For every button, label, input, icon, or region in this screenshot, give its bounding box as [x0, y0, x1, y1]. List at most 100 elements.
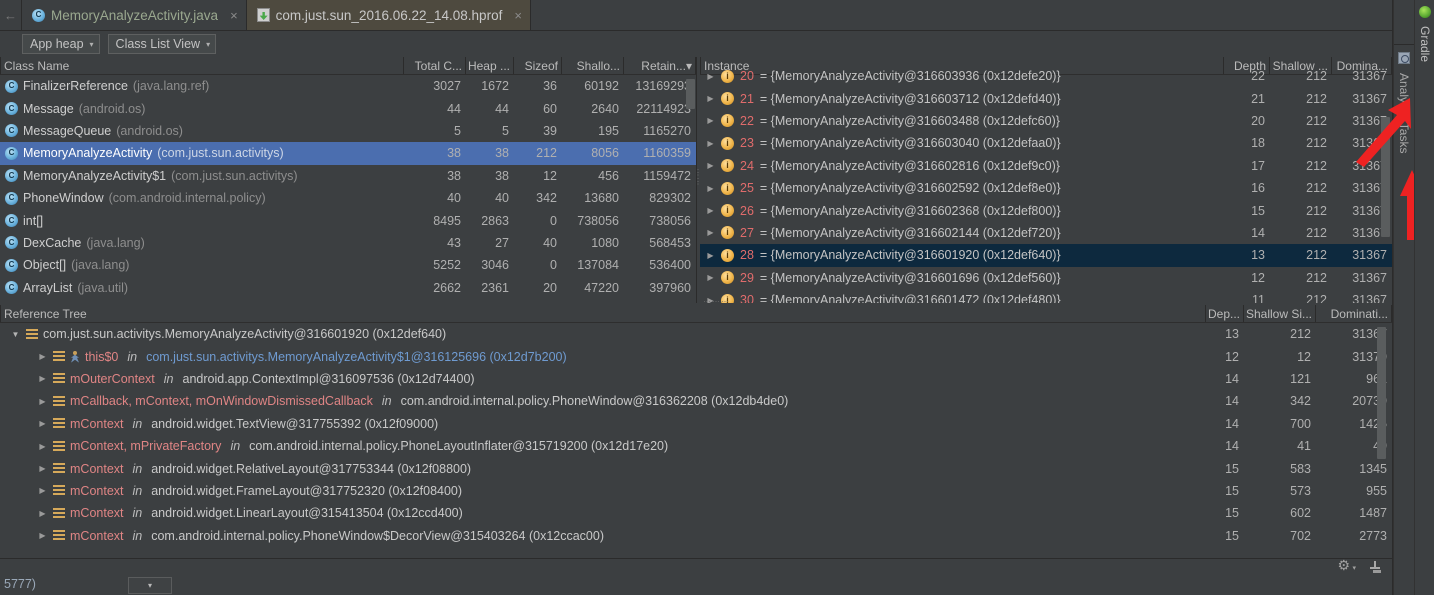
depth-cell: 16: [1251, 181, 1265, 196]
col-depth[interactable]: Dep...: [1206, 305, 1244, 322]
chevron-down-icon: ▾: [89, 39, 94, 49]
tree-row[interactable]: ▶ mOuterContext in android.app.ContextImpl@…: [0, 368, 1392, 390]
view-select[interactable]: Class List View ▾: [107, 34, 217, 54]
chevron-right-icon[interactable]: ▶: [37, 531, 48, 540]
chevron-right-icon[interactable]: ▶: [37, 442, 48, 451]
class-package: (com.android.internal.policy): [108, 191, 266, 206]
table-row[interactable]: ▶ i 20 = {MemoryAnalyzeActivity@316603936 (…: [700, 65, 1392, 87]
chevron-down-icon: ▾: [147, 581, 152, 590]
instance-cell: ▶ i 22 = {MemoryAnalyzeActivity@316603488 (…: [700, 114, 1224, 128]
chevron-right-icon[interactable]: ▶: [705, 273, 716, 282]
table-row[interactable]: ▶ i 24 = {MemoryAnalyzeActivity@316602816 (…: [700, 155, 1392, 177]
col-reference-tree[interactable]: Reference Tree: [0, 305, 1206, 322]
tree-row[interactable]: ▶ mContext in android.widget.RelativeLayout…: [0, 457, 1392, 479]
tree-row[interactable]: ▶ mCallback, mContext, mOnWindowDismissed…: [0, 390, 1392, 412]
chevron-right-icon[interactable]: ▶: [705, 161, 716, 170]
reference-tree-panel[interactable]: Reference Tree Dep... Shallow Si... Domi…: [0, 305, 1392, 558]
table-row[interactable]: ▶ i 25 = {MemoryAnalyzeActivity@316602592 (…: [700, 177, 1392, 199]
table-row[interactable]: ▶ i 21 = {MemoryAnalyzeActivity@316603712 (…: [700, 87, 1392, 109]
depth-cell: 12: [1225, 349, 1239, 364]
reference-node-icon: [53, 373, 65, 384]
chevron-right-icon[interactable]: ▶: [37, 397, 48, 406]
settings-button[interactable]: ▾: [1337, 558, 1356, 575]
chevron-right-icon[interactable]: ▶: [705, 206, 716, 215]
chevron-right-icon[interactable]: ▶: [705, 184, 716, 193]
tab-memoryanalyzeactivity-java[interactable]: C MemoryAnalyzeActivity.java ×: [22, 0, 247, 30]
sidebar-item-analyzer-tasks[interactable]: Analyzer Tasks: [1397, 52, 1411, 153]
col-heap-count[interactable]: Heap ...: [466, 57, 514, 74]
col-dominating-size[interactable]: Dominati...: [1316, 305, 1392, 322]
chevron-right-icon[interactable]: ▶: [37, 374, 48, 383]
col-total-count[interactable]: Total C...: [404, 57, 466, 74]
table-row[interactable]: ▶ i 22 = {MemoryAnalyzeActivity@316603488 (…: [700, 110, 1392, 132]
panel-splitter-horizontal[interactable]: ⋯⋯⋯: [0, 299, 1434, 306]
sidebar-item-gradle[interactable]: Gradle: [1418, 6, 1432, 62]
reference-field: mContext: [70, 416, 124, 431]
java-class-icon: C: [5, 102, 18, 116]
scrollbar-thumb[interactable]: [1381, 117, 1390, 237]
reference-tree-scrollbar[interactable]: [1377, 325, 1386, 553]
instance-index: 20: [740, 69, 754, 84]
chevron-down-icon[interactable]: ▼: [10, 330, 21, 339]
instance-cell: ▶ i 28 = {MemoryAnalyzeActivity@316601920 (…: [700, 248, 1224, 262]
col-shallow-size[interactable]: Shallo...: [562, 57, 624, 74]
gear-icon: [1337, 558, 1351, 575]
instance-list-scrollbar[interactable]: [1381, 77, 1390, 301]
class-list-panel[interactable]: Class Name Total C... Heap ... Sizeof Sh…: [0, 57, 697, 303]
chevron-right-icon[interactable]: ▶: [705, 116, 716, 125]
table-row[interactable]: ▶ i 27 = {MemoryAnalyzeActivity@316602144 (…: [700, 222, 1392, 244]
table-row[interactable]: C DexCache (java.lang) 43 27 40 1080 568453: [0, 232, 696, 254]
table-row[interactable]: C Message (android.os) 44 44 60 2640 22114923: [0, 97, 696, 119]
col-retained-size[interactable]: Retain...▾: [624, 57, 696, 74]
table-row[interactable]: ▶ i 28 = {MemoryAnalyzeActivity@316601920 (…: [700, 244, 1392, 267]
tree-row[interactable]: ▶ mContext, mPrivateFactory in com.android.…: [0, 435, 1392, 457]
close-icon[interactable]: ×: [230, 8, 238, 23]
tree-row[interactable]: ▶ mContext in android.widget.FrameLayout@31…: [0, 480, 1392, 502]
chevron-right-icon[interactable]: ▶: [37, 486, 48, 495]
table-row[interactable]: C MemoryAnalyzeActivity (com.just.sun.acti…: [0, 142, 696, 165]
scrollbar-thumb[interactable]: [1377, 327, 1386, 459]
tree-row[interactable]: ▶ mContext in android.widget.TextView@31775…: [0, 413, 1392, 435]
java-class-icon: C: [5, 79, 18, 93]
chevron-right-icon[interactable]: ▶: [705, 251, 716, 260]
col-shallow-size[interactable]: Shallow Si...: [1244, 305, 1316, 322]
instance-list-panel[interactable]: Instance Depth Shallow ... Domina... ▶ i 2…: [700, 57, 1392, 303]
chevron-right-icon[interactable]: ▶: [37, 419, 48, 428]
col-sizeof[interactable]: Sizeof: [514, 57, 562, 74]
instance-label: = {MemoryAnalyzeActivity@316603936 (0x12…: [759, 69, 1061, 84]
table-row[interactable]: Cint[] 8495 2863 0 738056 738056: [0, 209, 696, 231]
table-row[interactable]: C FinalizerReference (java.lang.ref) 3027 16…: [0, 75, 696, 97]
export-icon[interactable]: [1368, 561, 1382, 575]
table-row[interactable]: C ArrayList (java.util) 2662 2361 20 47220 3979…: [0, 277, 696, 299]
tree-row[interactable]: ▶ mContext in android.widget.LinearLayout@3…: [0, 502, 1392, 524]
table-row[interactable]: C Object[] (java.lang) 5252 3046 0 137084 53640…: [0, 254, 696, 276]
status-dropdown[interactable]: ▾: [128, 577, 172, 594]
close-icon[interactable]: ×: [514, 8, 522, 23]
class-list-scrollbar[interactable]: [686, 77, 695, 301]
chevron-right-icon[interactable]: ▶: [705, 228, 716, 237]
table-row[interactable]: ▶ i 26 = {MemoryAnalyzeActivity@316602368 (…: [700, 199, 1392, 221]
tree-row[interactable]: ▶ mContext in com.android.internal.policy.P…: [0, 525, 1392, 547]
tab-hprof-file[interactable]: com.just.sun_2016.06.22_14.08.hprof ×: [246, 0, 531, 30]
table-row[interactable]: C MemoryAnalyzeActivity$1 (com.just.sun.ac…: [0, 165, 696, 187]
chevron-right-icon[interactable]: ▶: [705, 72, 716, 81]
table-row[interactable]: C PhoneWindow (com.android.internal.policy…: [0, 187, 696, 209]
chevron-right-icon[interactable]: ▶: [37, 509, 48, 518]
table-row[interactable]: ▶ i 23 = {MemoryAnalyzeActivity@316603040 (…: [700, 132, 1392, 154]
instance-label: = {MemoryAnalyzeActivity@316601696 (0x12…: [759, 270, 1061, 285]
heap-select[interactable]: App heap ▾: [22, 34, 100, 54]
chevron-right-icon[interactable]: ▶: [705, 139, 716, 148]
tree-row[interactable]: ▶ this$0 in com.just.sun.activitys.MemoryAn…: [0, 345, 1392, 367]
chevron-right-icon[interactable]: ▶: [705, 94, 716, 103]
tab-scroll-left-icon[interactable]: ←: [0, 0, 22, 30]
instance-index: 29: [740, 270, 754, 285]
table-row[interactable]: C MessageQueue (android.os) 5 5 39 195 1165270: [0, 120, 696, 142]
tab-label: com.just.sun_2016.06.22_14.08.hprof: [275, 7, 503, 23]
chevron-right-icon[interactable]: ▶: [37, 464, 48, 473]
col-class-name[interactable]: Class Name: [0, 57, 404, 74]
tree-row[interactable]: ▼ com.just.sun.activitys.MemoryAnalyzeAct…: [0, 323, 1392, 345]
chevron-right-icon[interactable]: ▶: [37, 352, 48, 361]
reference-in-keyword: in: [132, 506, 143, 521]
table-row[interactable]: ▶ i 29 = {MemoryAnalyzeActivity@316601696 (…: [700, 267, 1392, 289]
scrollbar-thumb[interactable]: [686, 79, 695, 109]
